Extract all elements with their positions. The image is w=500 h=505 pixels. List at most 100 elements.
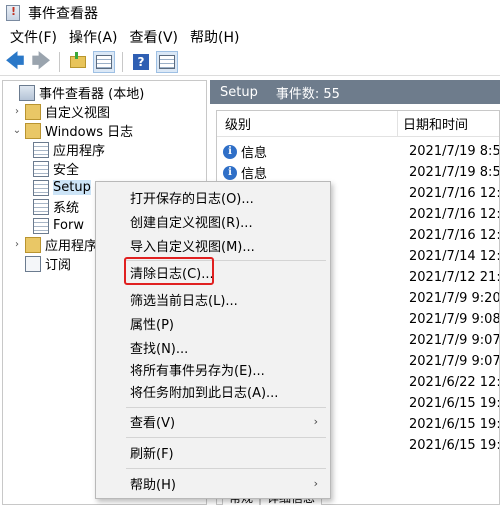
datetime-cell: 2021/7/9 9:20:4 — [409, 291, 500, 306]
menu-item-label: 将任务附加到此日志(A)... — [130, 385, 279, 401]
info-icon: i — [223, 165, 237, 180]
chevron-right-icon[interactable]: › — [11, 106, 23, 117]
menu-separator — [126, 468, 326, 469]
pane-header: Setup 事件数: 55 — [210, 80, 500, 104]
menu-item-label: 查看(V) — [130, 415, 176, 431]
forward-button[interactable]: 🡆 — [30, 51, 52, 73]
properties-view-icon — [159, 54, 175, 69]
show-action-pane-button[interactable] — [156, 50, 178, 73]
help-button[interactable]: ? — [130, 51, 152, 73]
menu-item-help[interactable]: 帮助(H) › — [96, 472, 330, 494]
menu-file[interactable]: 文件(F) — [4, 27, 63, 47]
datetime-cell: 2021/7/16 12:3 — [409, 186, 500, 201]
menu-action[interactable]: 操作(A) — [63, 27, 124, 47]
menu-bar: 文件(F) 操作(A) 查看(V) 帮助(H) — [0, 26, 500, 48]
event-count: 事件数: 55 — [275, 86, 340, 102]
table-row[interactable]: i 信息 2021/7/19 8:58 — [217, 162, 499, 183]
column-divider[interactable] — [397, 111, 398, 137]
folder-icon — [25, 236, 41, 253]
menu-item-label: 查找(N)... — [130, 341, 189, 357]
menu-item-import-custom-view[interactable]: 导入自定义视图(M)... — [96, 234, 330, 256]
log-icon — [33, 198, 49, 215]
folder-icon — [25, 103, 41, 120]
tree-item-forwarded[interactable]: Forw — [31, 216, 84, 235]
datetime-cell: 2021/7/9 9:08:5 — [409, 312, 500, 327]
menu-view[interactable]: 查看(V) — [124, 27, 185, 47]
menu-item-find[interactable]: 查找(N)... — [96, 336, 330, 358]
level-text: 信息 — [241, 146, 268, 161]
datetime-cell: 2021/6/22 12:0 — [409, 375, 500, 390]
datetime-cell: 2021/7/9 9:07:3 — [409, 333, 500, 348]
menu-item-label: 刷新(F) — [130, 446, 174, 462]
title-bar: 事件查看器 — [0, 0, 500, 26]
folder-up-icon — [70, 51, 86, 68]
menu-help[interactable]: 帮助(H) — [184, 27, 245, 47]
up-folder-button[interactable] — [67, 51, 89, 73]
grid-view-icon — [96, 54, 112, 69]
tree-item-label: 应用程序 — [53, 144, 106, 159]
help-icon: ? — [133, 53, 149, 70]
tree-item-label: 订阅 — [45, 258, 72, 273]
log-icon — [33, 179, 49, 196]
tree-item-label: 系统 — [53, 201, 80, 216]
menu-item-filter-current-log[interactable]: 筛选当前日志(L)... — [96, 288, 330, 310]
menu-item-properties[interactable]: 属性(P) — [96, 312, 330, 334]
menu-item-view[interactable]: 查看(V) › — [96, 410, 330, 432]
column-header-level[interactable]: 级别 — [225, 114, 251, 133]
toolbar-separator — [122, 51, 123, 72]
toolbar-separator — [59, 51, 60, 72]
chevron-right-icon[interactable]: › — [11, 239, 23, 250]
event-viewer-icon — [6, 5, 20, 21]
tree-item-security[interactable]: 安全 — [31, 159, 79, 178]
datetime-cell: 2021/7/14 12:1 — [409, 249, 500, 264]
datetime-cell: 2021/6/15 19:1 — [409, 417, 500, 432]
back-button[interactable]: 🡄 — [4, 51, 26, 73]
menu-item-label: 筛选当前日志(L)... — [130, 293, 238, 309]
computer-icon — [19, 84, 35, 101]
show-tree-button[interactable] — [93, 50, 115, 73]
toolbar: 🡄 🡆 ? — [0, 48, 500, 76]
tree-item-label: 自定义视图 — [45, 106, 111, 121]
tree-item-label: 应用程序 — [45, 239, 98, 254]
level-cell: i 信息 — [223, 142, 267, 161]
menu-item-label: 打开保存的日志(O)... — [130, 191, 254, 207]
menu-item-attach-task[interactable]: 将任务附加到此日志(A)... — [96, 380, 330, 402]
subscription-icon — [25, 255, 41, 272]
forward-arrow-icon: 🡆 — [31, 50, 51, 72]
tree-item-application[interactable]: 应用程序 — [31, 140, 105, 159]
table-row[interactable]: i 信息 2021/7/19 8:58 — [217, 141, 500, 162]
list-header: 级别 日期和时间 — [217, 111, 499, 137]
chevron-down-icon[interactable]: ⌄ — [11, 125, 23, 136]
menu-item-save-all-events-as[interactable]: 将所有事件另存为(E)... — [96, 358, 330, 380]
clear-log-highlight — [124, 257, 214, 285]
context-menu: 打开保存的日志(O)... 创建自定义视图(R)... 导入自定义视图(M)..… — [95, 181, 331, 499]
submenu-arrow-icon: › — [313, 476, 318, 490]
tree-item-setup[interactable]: Setup — [31, 178, 91, 197]
tree-item-label: 安全 — [53, 163, 80, 178]
datetime-cell: 2021/7/19 8:58 — [409, 144, 500, 159]
menu-item-label: 帮助(H) — [130, 477, 176, 493]
tree-item-system[interactable]: 系统 — [31, 197, 79, 216]
window-title: 事件查看器 — [28, 6, 98, 22]
column-header-datetime[interactable]: 日期和时间 — [403, 114, 468, 133]
level-text: 信息 — [241, 167, 268, 182]
back-arrow-icon: 🡄 — [5, 50, 25, 72]
menu-item-open-saved-log[interactable]: 打开保存的日志(O)... — [96, 186, 330, 208]
menu-item-label: 导入自定义视图(M)... — [130, 239, 255, 255]
tree-item-custom-views[interactable]: › 自定义视图 — [11, 102, 110, 121]
level-cell: i 信息 — [223, 163, 267, 182]
tree-item-apps-services[interactable]: › 应用程序 — [11, 235, 97, 254]
datetime-cell: 2021/6/15 19:1 — [409, 396, 500, 411]
folder-icon — [25, 122, 41, 139]
menu-item-create-custom-view[interactable]: 创建自定义视图(R)... — [96, 210, 330, 232]
menu-item-refresh[interactable]: 刷新(F) — [96, 441, 330, 463]
submenu-arrow-icon: › — [313, 414, 318, 428]
log-name: Setup — [220, 84, 258, 100]
menu-separator — [126, 407, 326, 408]
tree-item-root[interactable]: 事件查看器 (本地) — [5, 83, 144, 102]
log-icon — [33, 141, 49, 158]
datetime-cell: 2021/7/16 12:2 — [409, 228, 500, 243]
tree-item-label: 事件查看器 (本地) — [39, 87, 145, 102]
tree-item-windows-logs[interactable]: ⌄ Windows 日志 — [11, 121, 133, 140]
tree-item-subscriptions[interactable]: 订阅 — [11, 254, 71, 273]
